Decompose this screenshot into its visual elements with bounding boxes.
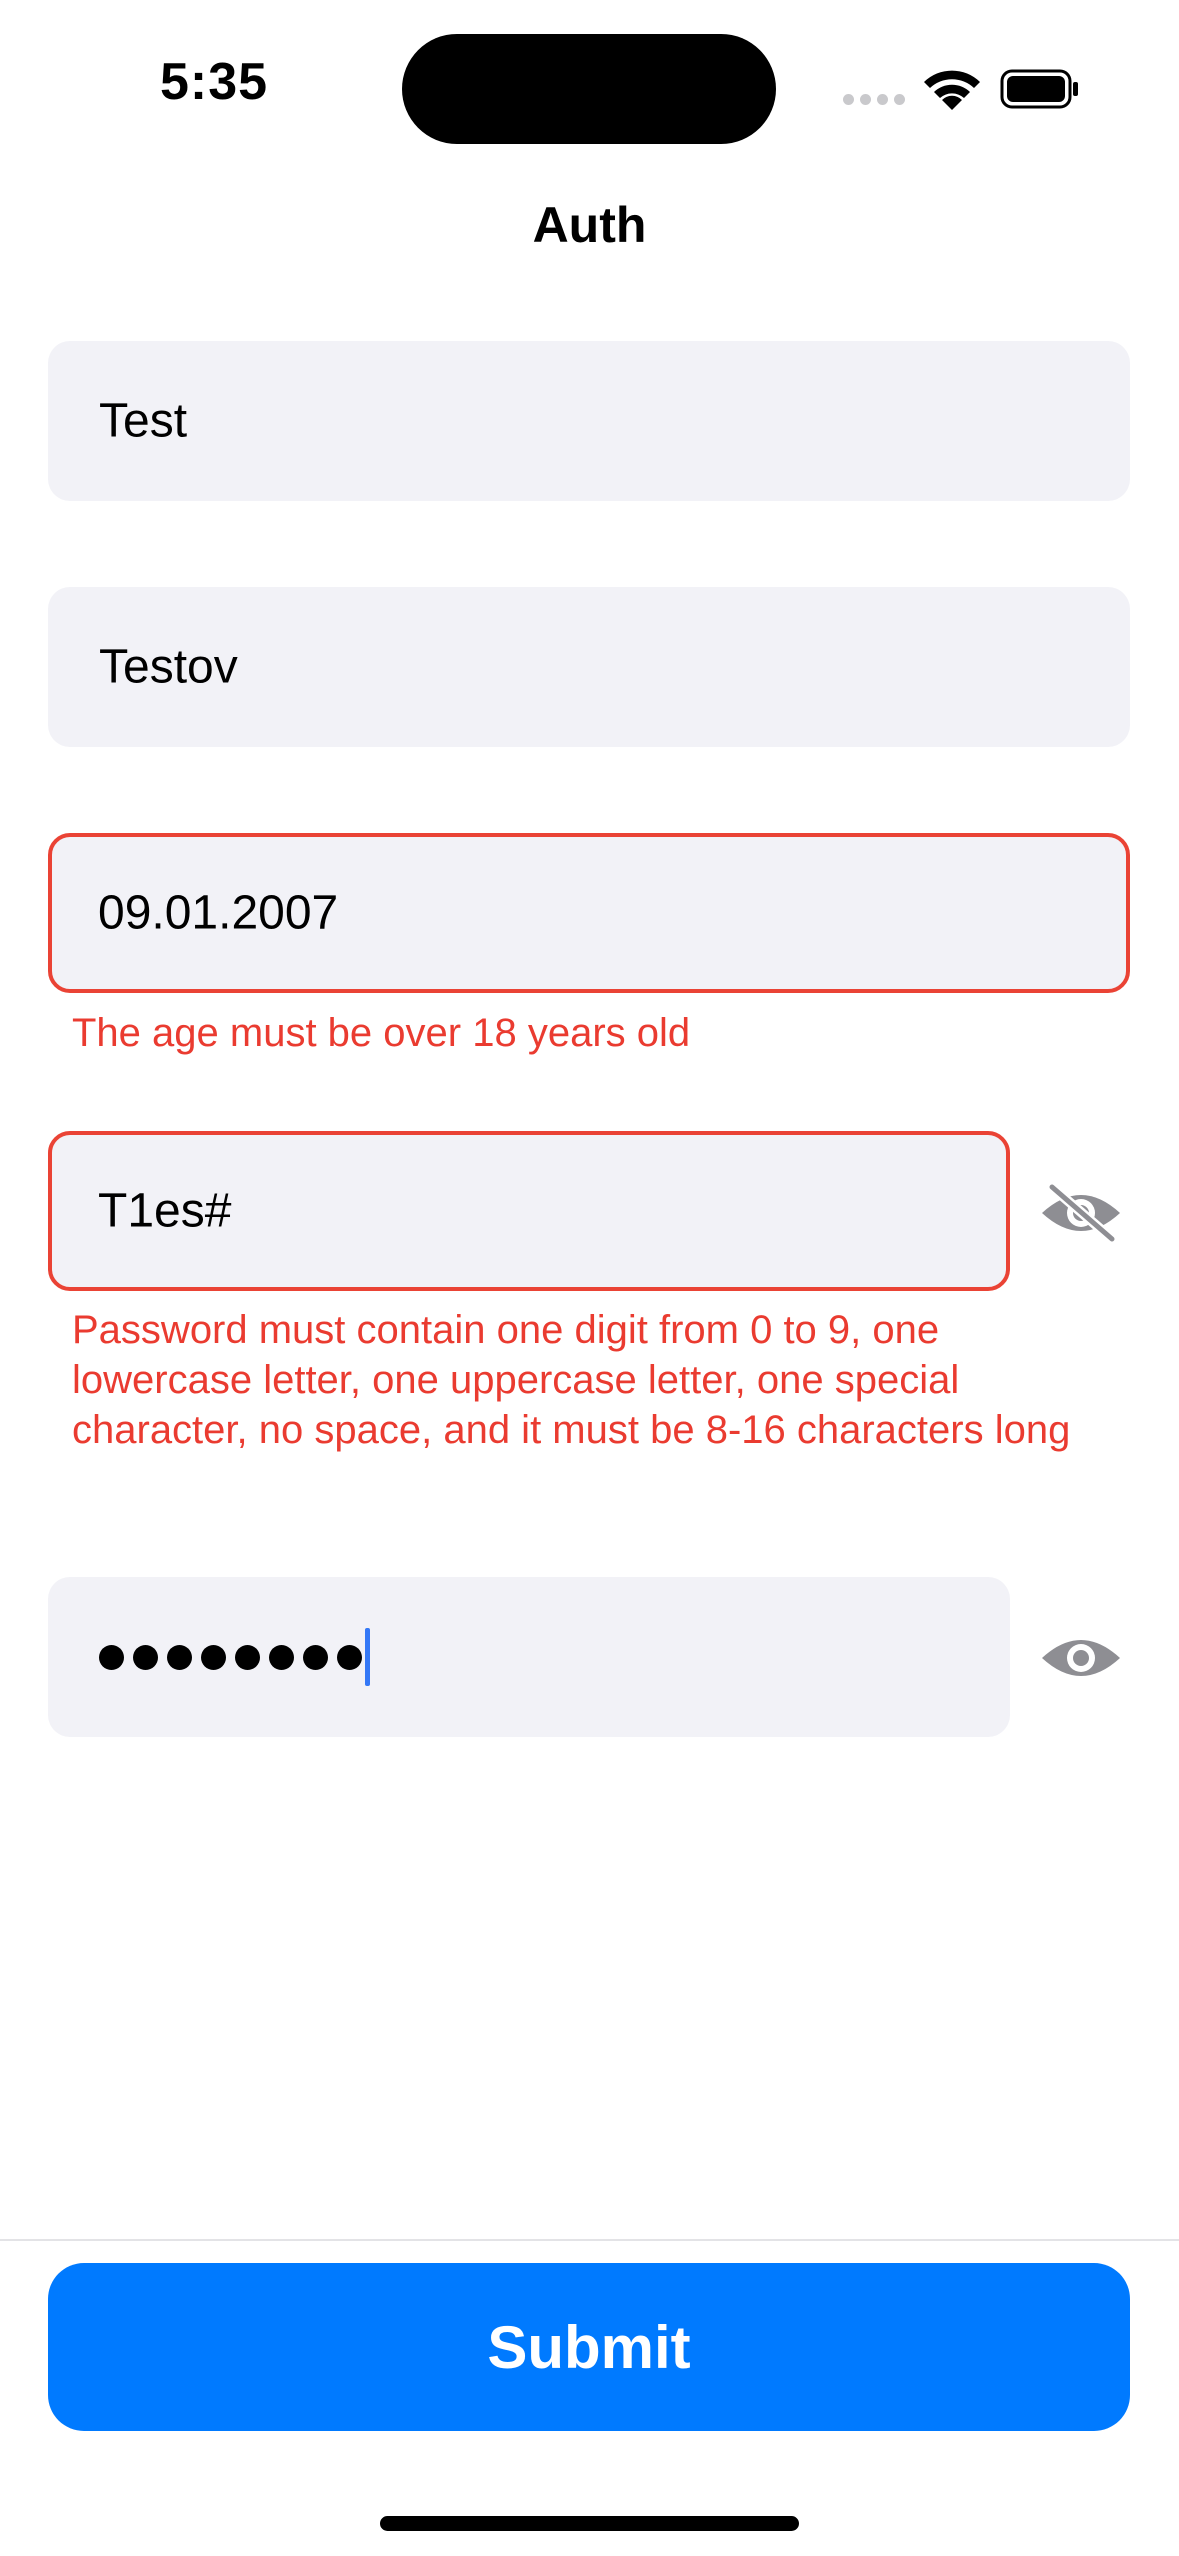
last-name-field[interactable]: Testov	[48, 587, 1130, 747]
masked-character	[167, 1644, 192, 1670]
status-time: 5:35	[160, 53, 269, 111]
birth-date-error: The age must be over 18 years old	[72, 1011, 691, 1055]
confirm-password-field[interactable]	[48, 1577, 1010, 1737]
page-title: Auth	[532, 197, 647, 253]
last-name-value: Testov	[99, 640, 238, 694]
password-value: T1es#	[98, 1184, 232, 1238]
masked-character	[99, 1644, 124, 1670]
first-name-value: Test	[99, 394, 188, 448]
eye-icon[interactable]	[1038, 1628, 1124, 1688]
battery-icon	[1000, 69, 1078, 109]
submit-button[interactable]: Submit	[48, 2263, 1130, 2431]
birth-date-field[interactable]: 09.01.2007	[48, 833, 1130, 993]
password-error: Password must contain one digit from 0 t…	[72, 1308, 1071, 1452]
masked-character	[337, 1644, 362, 1670]
masked-character	[303, 1644, 328, 1670]
eye-slash-icon[interactable]	[1038, 1183, 1124, 1243]
birth-date-value: 09.01.2007	[98, 886, 339, 940]
dynamic-island	[402, 34, 776, 144]
password-field[interactable]: T1es#	[48, 1131, 1010, 1291]
status-bar: 5:35	[0, 0, 1179, 180]
first-name-field[interactable]: Test	[48, 341, 1130, 501]
masked-character	[269, 1644, 294, 1670]
text-cursor	[365, 1628, 370, 1686]
confirm-password-masked-value	[99, 1627, 370, 1687]
masked-character	[235, 1644, 260, 1670]
home-indicator	[380, 2516, 799, 2531]
wifi-icon	[924, 70, 980, 110]
bottom-divider	[0, 2239, 1179, 2241]
masked-character	[201, 1644, 226, 1670]
masked-character	[133, 1644, 158, 1670]
